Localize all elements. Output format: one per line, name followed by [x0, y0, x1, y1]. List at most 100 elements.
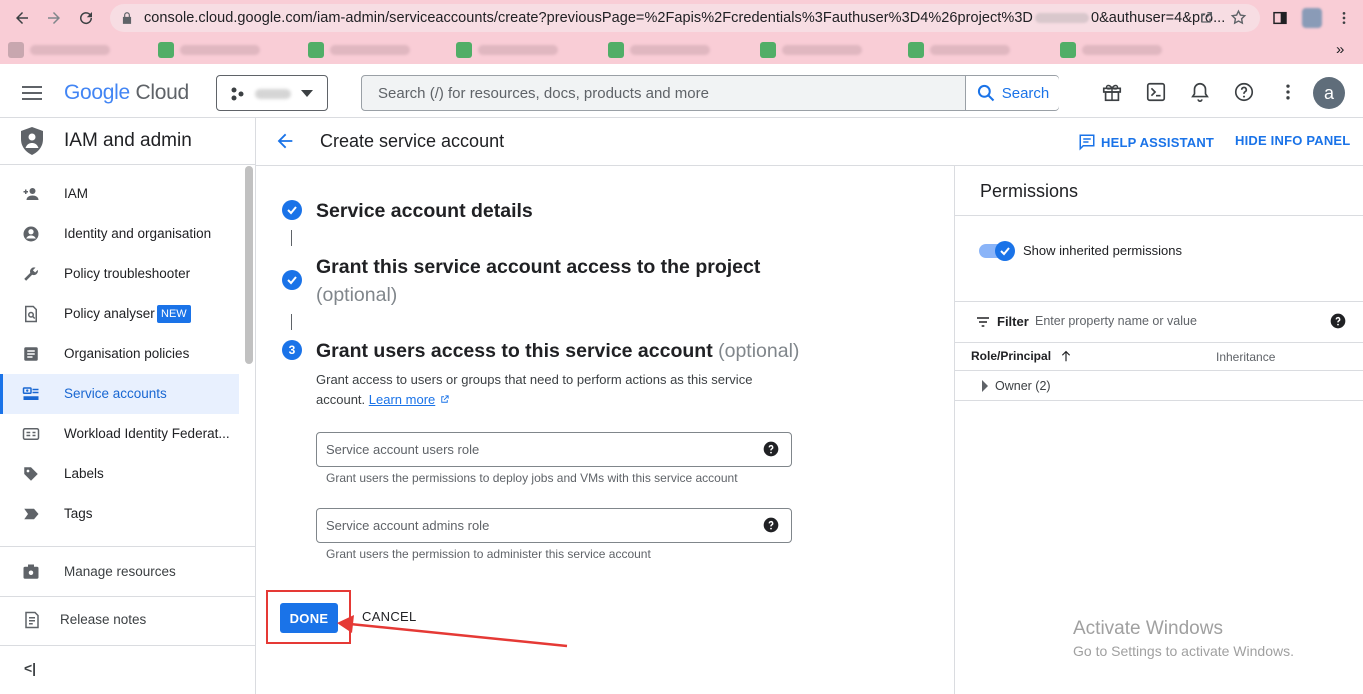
- sidebar-item-labels[interactable]: Labels: [0, 454, 239, 494]
- help-circle-icon[interactable]: [763, 517, 779, 533]
- notifications-icon[interactable]: [1188, 80, 1212, 104]
- column-header-inheritance[interactable]: Inheritance: [1216, 350, 1275, 364]
- help-icon[interactable]: [1232, 80, 1256, 104]
- bookmark-item[interactable]: [1060, 42, 1162, 58]
- tag-icon: [22, 505, 40, 523]
- sidebar-item-label: Identity and organisation: [64, 226, 212, 241]
- sidebar-item-policy-analyser[interactable]: Policy analyser NEW: [0, 294, 239, 334]
- collapse-sidebar-icon[interactable]: <|: [24, 660, 36, 676]
- bookmark-item[interactable]: [760, 42, 862, 58]
- gift-icon[interactable]: [1100, 80, 1124, 104]
- show-inherited-toggle[interactable]: [979, 241, 1015, 261]
- page-title: Create service account: [320, 131, 505, 151]
- bookmark-item[interactable]: [908, 42, 1010, 58]
- sidebar-item-release-notes[interactable]: Release notes: [0, 600, 239, 640]
- optional-label: (optional): [316, 284, 398, 306]
- google-cloud-logo[interactable]: Google Cloud: [64, 81, 189, 105]
- step-complete-icon: [282, 270, 302, 290]
- hide-info-panel-button[interactable]: HIDE INFO PANEL: [1235, 133, 1350, 148]
- sidebar-item-identity-and-organisation[interactable]: Identity and organisation: [0, 214, 239, 254]
- more-vert-icon[interactable]: [1276, 80, 1300, 104]
- sidebar-item-label: Service accounts: [64, 386, 167, 401]
- step2-optional: (optional): [316, 284, 397, 307]
- side-panel-icon[interactable]: [1268, 6, 1292, 30]
- sidebar-item-policy-troubleshooter[interactable]: Policy troubleshooter: [0, 254, 239, 294]
- step1-title[interactable]: Service account details: [316, 200, 533, 223]
- table-row[interactable]: Owner (2): [955, 371, 1363, 401]
- search-button[interactable]: Search: [965, 76, 1059, 110]
- sidebar-item-label: IAM: [64, 186, 89, 201]
- sidebar-item-tags[interactable]: Tags: [0, 494, 239, 534]
- logo-google: Google: [64, 81, 130, 104]
- forward-icon[interactable]: [42, 6, 66, 30]
- project-picker[interactable]: [216, 75, 328, 111]
- sidebar-item-iam[interactable]: IAM: [0, 174, 239, 214]
- sidebar-item-label: Manage resources: [64, 564, 176, 579]
- users-role-input[interactable]: [317, 433, 747, 466]
- step2-title-text: Grant this service account access to the…: [316, 256, 761, 278]
- sidebar-item-manage-resources[interactable]: Manage resources: [0, 552, 239, 592]
- back-arrow-icon[interactable]: [274, 130, 296, 152]
- person-add-icon: [22, 185, 40, 203]
- sidebar-item-organisation-policies[interactable]: Organisation policies: [0, 334, 239, 374]
- panel-divider: [955, 342, 1363, 343]
- external-link-icon[interactable]: [439, 394, 450, 405]
- panel-divider: [955, 215, 1363, 216]
- permissions-title: Permissions: [980, 181, 1079, 201]
- bookmark-star-icon[interactable]: [1230, 9, 1247, 26]
- cancel-button[interactable]: CANCEL: [362, 609, 417, 624]
- filter-input[interactable]: [1035, 310, 1325, 332]
- bookmark-item[interactable]: [456, 42, 558, 58]
- address-bar[interactable]: console.cloud.google.com/iam-admin/servi…: [110, 4, 1260, 32]
- done-button[interactable]: DONE: [280, 603, 338, 633]
- sidebar-item-workload-identity-federation[interactable]: Workload Identity Federat...: [0, 414, 239, 454]
- sidebar-item-label: Workload Identity Federat...: [64, 426, 230, 441]
- new-badge: NEW: [157, 305, 191, 323]
- filter-label: Filter: [997, 314, 1029, 329]
- settings-box-icon: [22, 563, 40, 581]
- bookmarks-bar: »: [0, 36, 1363, 64]
- back-icon[interactable]: [10, 6, 34, 30]
- reload-icon[interactable]: [74, 6, 98, 30]
- bookmark-item[interactable]: [158, 42, 260, 58]
- sidebar-item-label: Organisation policies: [64, 346, 190, 361]
- panel-divider: [955, 301, 1363, 302]
- column-header-role-label: Role/Principal: [971, 349, 1052, 363]
- step3-description: Grant access to users or groups that nee…: [316, 370, 786, 410]
- sidebar-item-label: Policy troubleshooter: [64, 266, 191, 281]
- share-icon[interactable]: [1198, 10, 1214, 26]
- column-header-role[interactable]: Role/Principal: [971, 349, 1073, 363]
- bookmark-item[interactable]: [8, 42, 110, 58]
- bookmark-item[interactable]: [308, 42, 410, 58]
- profile-avatar-icon[interactable]: [1300, 6, 1324, 30]
- blurred-project-name: [255, 89, 291, 99]
- expand-caret-icon[interactable]: [981, 380, 989, 392]
- admins-role-input[interactable]: [317, 509, 747, 542]
- more-bookmarks-icon[interactable]: »: [1336, 41, 1344, 58]
- logo-cloud: Cloud: [135, 81, 189, 104]
- service-account-icon: [22, 385, 40, 403]
- site-info-icon[interactable]: [120, 11, 134, 25]
- step2-title[interactable]: Grant this service account access to the…: [316, 256, 760, 279]
- project-hierarchy-icon: [230, 86, 246, 102]
- dropdown-caret-icon: [301, 90, 313, 98]
- sidebar-item-service-accounts[interactable]: Service accounts: [0, 374, 239, 414]
- help-circle-icon[interactable]: [1330, 313, 1346, 329]
- step3-title: Grant users access to this service accou…: [316, 340, 799, 363]
- url-text: console.cloud.google.com/iam-admin/servi…: [144, 10, 1225, 26]
- help-assistant-button[interactable]: HELP ASSISTANT: [1078, 133, 1214, 151]
- browser-menu-icon[interactable]: [1332, 6, 1356, 30]
- learn-more-link[interactable]: Learn more: [369, 392, 435, 407]
- id-card-icon: [22, 425, 40, 443]
- search-input[interactable]: [362, 76, 965, 110]
- hamburger-menu-icon[interactable]: [22, 83, 44, 103]
- policy-doc-icon: [22, 305, 40, 323]
- sidebar-scrollbar[interactable]: [245, 166, 253, 364]
- sidebar: IAM and admin IAM Identity and organisat…: [0, 118, 256, 694]
- bookmark-item[interactable]: [608, 42, 710, 58]
- step-connector: [291, 230, 292, 246]
- cloud-shell-icon[interactable]: [1144, 80, 1168, 104]
- account-avatar[interactable]: a: [1313, 77, 1345, 109]
- help-circle-icon[interactable]: [763, 441, 779, 457]
- sidebar-item-label: Release notes: [60, 612, 147, 627]
